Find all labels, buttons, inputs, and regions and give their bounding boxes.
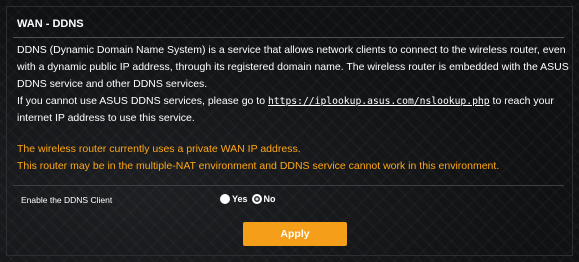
page-title: WAN - DDNS [17, 18, 84, 30]
setting-divider [13, 185, 564, 186]
description-text-2: If you cannot use ASUS DDNS services, pl… [17, 95, 268, 107]
warning-private-ip: The wireless router currently uses a pri… [17, 143, 301, 155]
iplookup-link[interactable]: https://iplookup.asus.com/nslookup.php [268, 96, 490, 107]
radio-no[interactable] [251, 194, 262, 204]
radio-yes-label[interactable]: Yes [232, 194, 248, 204]
ddns-client-label: Enable the DDNS Client [21, 195, 113, 205]
warning-multiple-nat: This router may be in the multiple-NAT e… [17, 160, 500, 172]
radio-yes[interactable] [220, 194, 230, 204]
title-divider [13, 37, 564, 38]
apply-button[interactable]: Apply [243, 222, 347, 246]
radio-no-label[interactable]: No [264, 194, 276, 204]
ddns-client-radio-group: Yes No [220, 192, 280, 206]
description-text: DDNS (Dynamic Domain Name System) is a s… [17, 44, 569, 90]
ddns-description: DDNS (Dynamic Domain Name System) is a s… [17, 42, 569, 127]
